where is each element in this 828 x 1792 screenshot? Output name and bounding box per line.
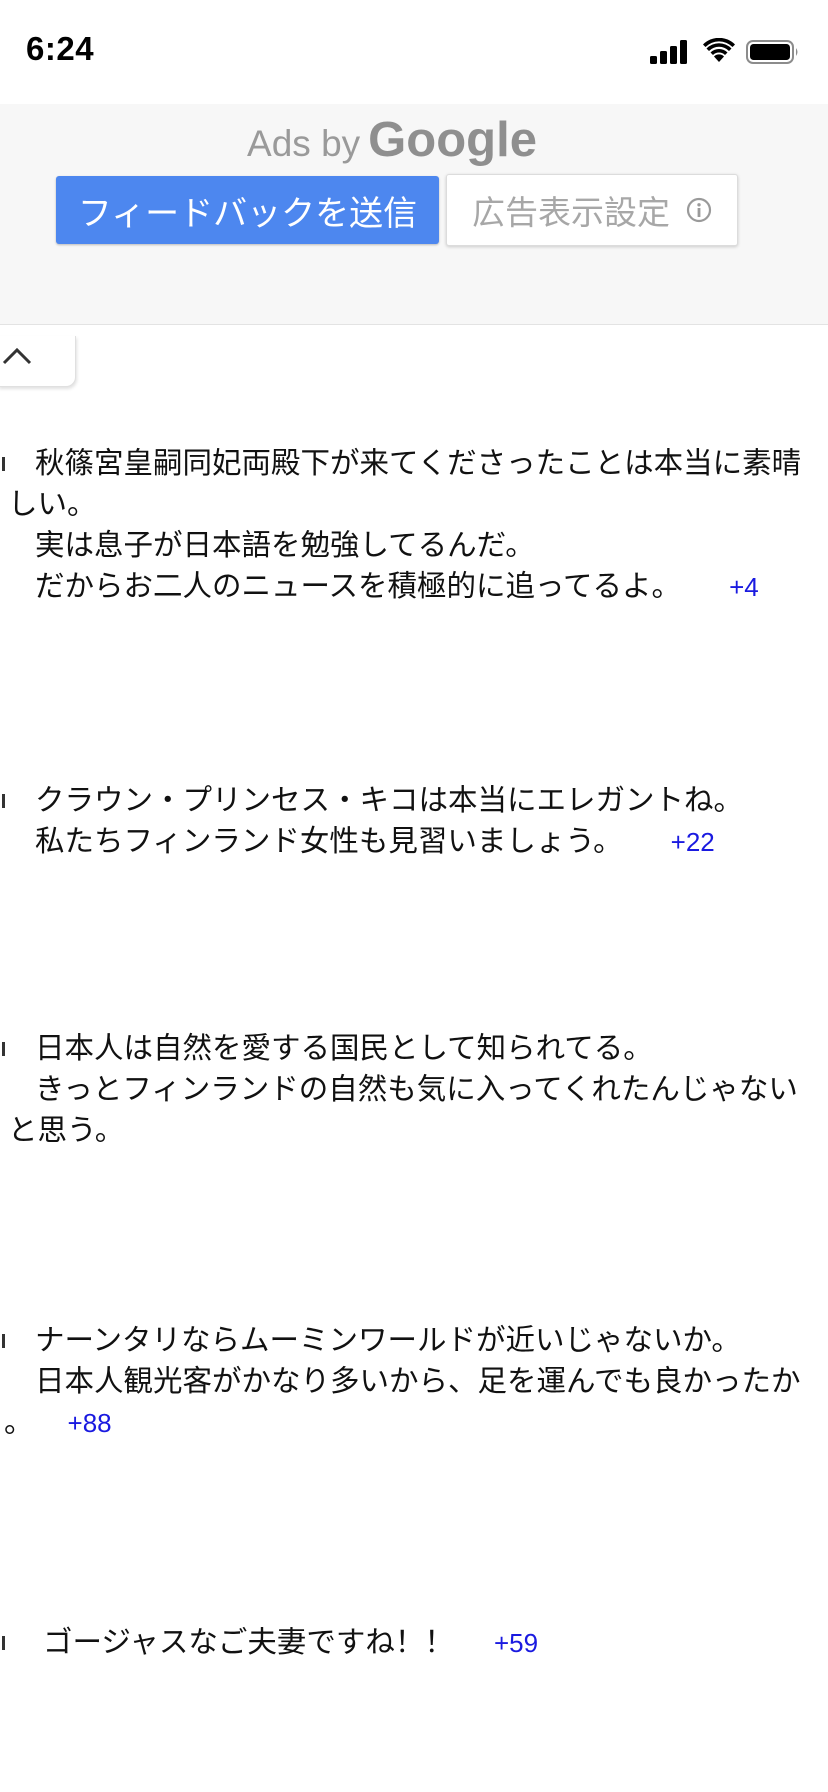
status-bar: 6:24 — [0, 0, 828, 104]
comment-text: 日本人観光客がかなり多いから、足を運んでも良かったか — [35, 1364, 801, 1398]
comment-bullet — [2, 794, 5, 808]
comment-text: 日本人は自然を愛する国民として知られてる。 — [35, 1031, 653, 1065]
vote-count[interactable]: +88 — [68, 1408, 112, 1438]
comment-text: だからお二人のニュースを積極的に追ってるよ。 — [35, 569, 682, 603]
send-feedback-button[interactable]: フィードバックを送信 — [56, 176, 439, 244]
comment-bullet — [2, 1636, 5, 1650]
ad-settings-label: 広告表示設定 — [472, 193, 670, 232]
vote-count[interactable]: +59 — [494, 1628, 538, 1658]
chevron-up-icon — [2, 347, 32, 365]
comment: 秋篠宮皇嗣同妃両殿下が来てくださったことは本当に素晴 しい。 実は息子が日本語を… — [0, 443, 828, 608]
comment: クラウン・プリンセス・キコは本当にエレガントね。 私たちフィンランド女性も見習い… — [0, 780, 828, 863]
comment-text: クラウン・プリンセス・キコは本当にエレガントね。 — [35, 783, 744, 817]
comment-text: きっとフィンランドの自然も気に入ってくれたんじゃない — [35, 1072, 798, 1106]
comment-text: と思う。 — [8, 1113, 125, 1147]
ads-by-text: Ads by — [247, 123, 361, 164]
comment: ナーンタリならムーミンワールドが近いじゃないか。 日本人観光客がかなり多いから、… — [0, 1320, 828, 1444]
comment: 日本人は自然を愛する国民として知られてる。 きっとフィンランドの自然も気に入って… — [0, 1028, 828, 1151]
collapse-ad-button[interactable] — [0, 336, 76, 387]
comment-text: 秋篠宮皇嗣同妃両殿下が来てくださったことは本当に素晴 — [35, 446, 802, 480]
comment-text: 私たちフィンランド女性も見習いましょう。 — [35, 824, 623, 858]
vote-count[interactable]: +22 — [671, 827, 715, 857]
comment-text: 実は息子が日本語を勉強してるんだ。 — [35, 528, 535, 562]
ad-settings-button[interactable]: 広告表示設定 — [446, 174, 738, 246]
vote-count[interactable]: +4 — [729, 572, 759, 602]
cellular-signal-icon — [650, 40, 687, 64]
battery-icon — [746, 40, 798, 64]
comment-bullet — [2, 457, 5, 471]
ad-banner: Ads by Google フィードバックを送信 広告表示設定 — [0, 104, 828, 325]
comment-text: ナーンタリならムーミンワールドが近いじゃないか。 — [35, 1323, 741, 1357]
ads-by-google-label[interactable]: Ads by Google — [0, 112, 784, 168]
comment-text: しい。 — [8, 487, 97, 521]
comment-text: 。 — [4, 1405, 34, 1439]
comment-bullet — [2, 1334, 5, 1348]
comment: ゴージャスなご夫妻ですね！！ +59 — [0, 1622, 828, 1664]
comment-bullet — [2, 1042, 5, 1056]
google-logo: Google — [368, 113, 537, 167]
status-time: 6:24 — [26, 30, 95, 67]
wifi-icon — [703, 38, 735, 62]
info-icon — [686, 197, 712, 223]
comment-text: ゴージャスなご夫妻ですね！！ — [43, 1625, 454, 1659]
